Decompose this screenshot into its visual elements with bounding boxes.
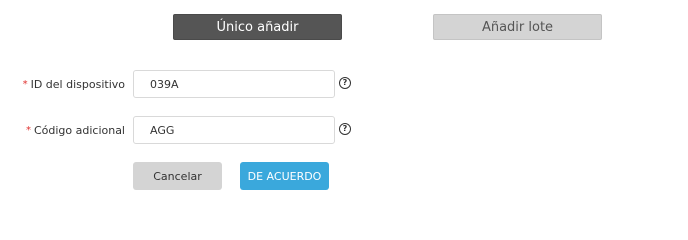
device-id-field[interactable] (133, 70, 335, 98)
tab-single-add[interactable]: Único añadir (173, 14, 342, 40)
device-id-label-group: * ID del dispositivo (23, 70, 125, 98)
cancel-button[interactable]: Cancelar (133, 162, 222, 190)
tab-batch-add[interactable]: Añadir lote (433, 14, 602, 40)
required-asterisk: * (22, 78, 28, 90)
additional-code-field[interactable] (133, 116, 335, 144)
device-id-label: ID del dispositivo (30, 77, 125, 91)
device-id-row: * ID del dispositivo ? (0, 70, 688, 98)
required-asterisk: * (25, 124, 31, 136)
ok-button[interactable]: DE ACUERDO (240, 162, 329, 190)
help-icon[interactable]: ? (339, 77, 351, 89)
additional-code-label: Código adicional (33, 123, 125, 137)
additional-code-row: * Código adicional ? (0, 116, 688, 144)
help-icon[interactable]: ? (339, 123, 351, 135)
additional-code-label-group: * Código adicional (26, 116, 125, 144)
